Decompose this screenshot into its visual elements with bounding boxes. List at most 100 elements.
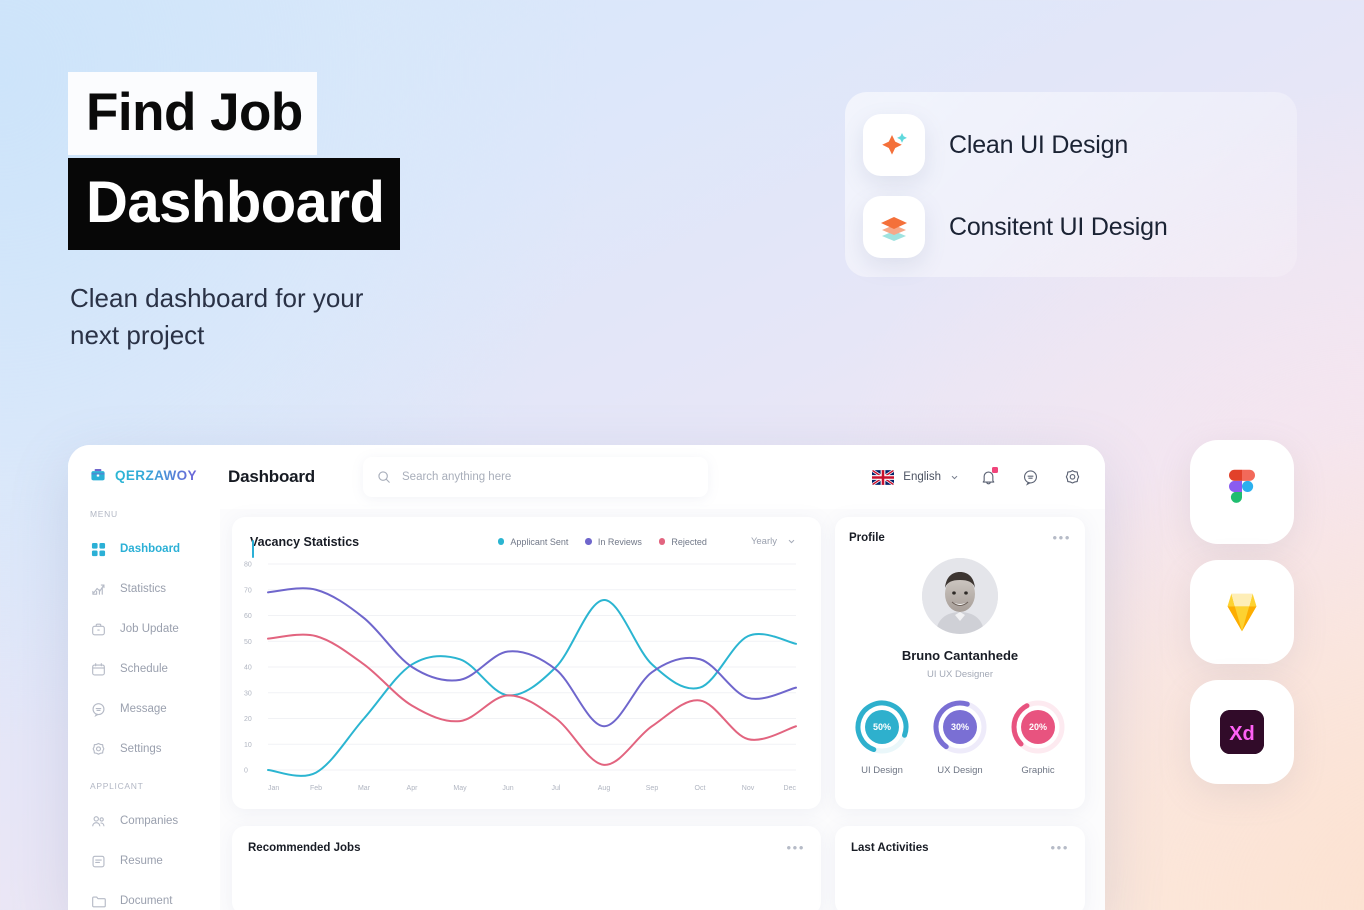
- card-title: Recommended Jobs: [248, 841, 361, 854]
- profile-role: UI UX Designer: [927, 669, 993, 680]
- donut-chart: 30%: [933, 700, 987, 754]
- sidebar-item-label: Settings: [120, 743, 162, 755]
- svg-text:Feb: Feb: [310, 785, 322, 792]
- sidebar-item-dashboard[interactable]: Dashboard: [68, 529, 254, 569]
- grid-icon: [90, 541, 107, 558]
- left-column: Vacancy Statistics Applicant Sent In Rev…: [232, 517, 821, 910]
- sidebar-item-label: Document: [120, 895, 173, 907]
- search-input[interactable]: [402, 471, 694, 483]
- sidebar-item-resume[interactable]: Resume: [68, 841, 220, 881]
- chart-plot: 0 10 20 30 40 50 60 70 80 Jan Feb Mar Apr May Jun Jul Au…: [242, 556, 805, 796]
- sidebar-item-label: Dashboard: [120, 543, 181, 555]
- messages-button[interactable]: [1017, 464, 1043, 490]
- chevron-down-icon: [787, 537, 796, 546]
- hero-title-line-2: Dashboard: [68, 158, 401, 250]
- sidebar-item-label: Job Update: [120, 623, 179, 635]
- svg-text:Apr: Apr: [407, 785, 419, 792]
- donut-value: 20%: [1029, 722, 1047, 732]
- legend-item-in-reviews: In Reviews: [585, 537, 642, 547]
- avatar: [922, 558, 998, 634]
- card-header: Last Activities •••: [851, 841, 1069, 854]
- gear-icon: [90, 741, 107, 758]
- search-bar[interactable]: [363, 457, 708, 497]
- chart-series-line: [267, 599, 797, 777]
- sidebar-item-label: Companies: [120, 815, 179, 827]
- dashboard-window: QERZAWOY MENU Dashboard Statistics Job U…: [68, 445, 1105, 910]
- briefcase-icon: [90, 467, 106, 483]
- card-header: Recommended Jobs •••: [248, 841, 805, 854]
- feature-highlight-card: Clean UI Design Consitent UI Design: [845, 92, 1297, 277]
- sidebar-item-schedule[interactable]: Schedule: [68, 649, 220, 689]
- svg-text:80: 80: [244, 562, 252, 569]
- svg-text:20: 20: [244, 716, 252, 723]
- right-column: Profile ••• Bruno Cantanhede UI UX Desig…: [835, 517, 1085, 910]
- sidebar: QERZAWOY MENU Dashboard Statistics Job U…: [68, 445, 254, 910]
- card-title: Last Activities: [851, 841, 929, 854]
- sidebar-item-document[interactable]: Document: [68, 881, 220, 910]
- chart-header: Vacancy Statistics Applicant Sent In Rev…: [242, 531, 805, 552]
- svg-text:Nov: Nov: [742, 785, 755, 792]
- chart-series-line: [267, 587, 797, 728]
- sidebar-item-job-update[interactable]: Job Update: [68, 609, 220, 649]
- svg-text:Mar: Mar: [358, 785, 371, 792]
- chart-series-line: [267, 633, 797, 766]
- sidebar-section-heading-menu: MENU: [90, 509, 118, 519]
- settings-button[interactable]: [1059, 464, 1085, 490]
- profile-name: Bruno Cantanhede: [901, 648, 1019, 663]
- users-icon: [90, 813, 107, 830]
- topbar: Dashboard Search anything here English: [220, 445, 1105, 509]
- legend-label: In Reviews: [597, 536, 642, 547]
- legend-label: Rejected: [671, 536, 707, 547]
- chart-title: Vacancy Statistics: [250, 534, 360, 549]
- hero-subtitle-line-1: Clean dashboard for your: [70, 283, 364, 313]
- briefcase-icon: [90, 621, 107, 638]
- feature-label: Consitent UI Design: [949, 212, 1168, 241]
- period-selected-label: Yearly: [750, 536, 777, 547]
- profile-card-header: Profile •••: [849, 531, 1071, 544]
- sketch-icon[interactable]: [1190, 560, 1294, 664]
- more-horizontal-icon[interactable]: •••: [1051, 841, 1069, 854]
- svg-text:40: 40: [244, 665, 252, 672]
- period-selector[interactable]: Yearly: [742, 531, 805, 552]
- sidebar-item-statistics[interactable]: Statistics: [68, 569, 220, 609]
- feature-label: Clean UI Design: [949, 130, 1129, 159]
- card-title: Profile: [849, 531, 885, 544]
- sidebar-item-companies[interactable]: Companies: [68, 801, 220, 841]
- topbar-actions: English: [872, 464, 1085, 490]
- last-activities-card: Last Activities •••: [835, 826, 1085, 910]
- notifications-button[interactable]: [975, 464, 1001, 490]
- app-logo[interactable]: QERZAWOY: [68, 467, 220, 483]
- main-area: Dashboard Search anything here English V…: [220, 445, 1105, 910]
- sidebar-section-heading-applicant: APPLICANT: [90, 781, 144, 791]
- more-horizontal-icon[interactable]: •••: [787, 841, 805, 854]
- svg-text:Jan: Jan: [268, 785, 279, 792]
- adobe-xd-icon[interactable]: Xd: [1190, 680, 1294, 784]
- svg-text:Oct: Oct: [695, 785, 706, 792]
- sidebar-item-label: Resume: [120, 855, 163, 867]
- sidebar-item-message[interactable]: Message: [68, 689, 220, 729]
- hero-subtitle-line-2: next project: [70, 319, 205, 350]
- svg-text:May: May: [453, 785, 467, 792]
- uk-flag-icon: [872, 469, 895, 485]
- app-logo-text: QERZAWOY: [115, 467, 197, 483]
- design-tool-icons: Xd: [1190, 440, 1294, 784]
- legend-color-dot: [497, 538, 505, 545]
- language-selector[interactable]: English: [872, 469, 959, 485]
- svg-text:0: 0: [244, 768, 248, 775]
- svg-text:50: 50: [244, 639, 252, 646]
- svg-text:Aug: Aug: [598, 785, 611, 792]
- notification-badge: [992, 467, 998, 473]
- sparkle-icon: [863, 114, 925, 176]
- sidebar-item-settings[interactable]: Settings: [68, 729, 220, 769]
- more-horizontal-icon[interactable]: •••: [1053, 531, 1071, 544]
- skill-graphic: 20% Graphic: [1009, 698, 1067, 776]
- vacancy-line-chart: 0 10 20 30 40 50 60 70 80 Jan Feb Mar Apr May Jun Jul Au…: [244, 562, 797, 792]
- svg-text:30: 30: [244, 690, 252, 697]
- hero-subtitle: Clean dashboard for your next project: [70, 280, 400, 354]
- chart-up-icon: [90, 581, 107, 598]
- donut-chart: 50%: [855, 700, 909, 754]
- sidebar-item-label: Statistics: [120, 583, 167, 595]
- recommended-jobs-card: Recommended Jobs •••: [232, 826, 821, 910]
- figma-icon[interactable]: [1190, 440, 1294, 544]
- page-title: Dashboard: [228, 467, 315, 486]
